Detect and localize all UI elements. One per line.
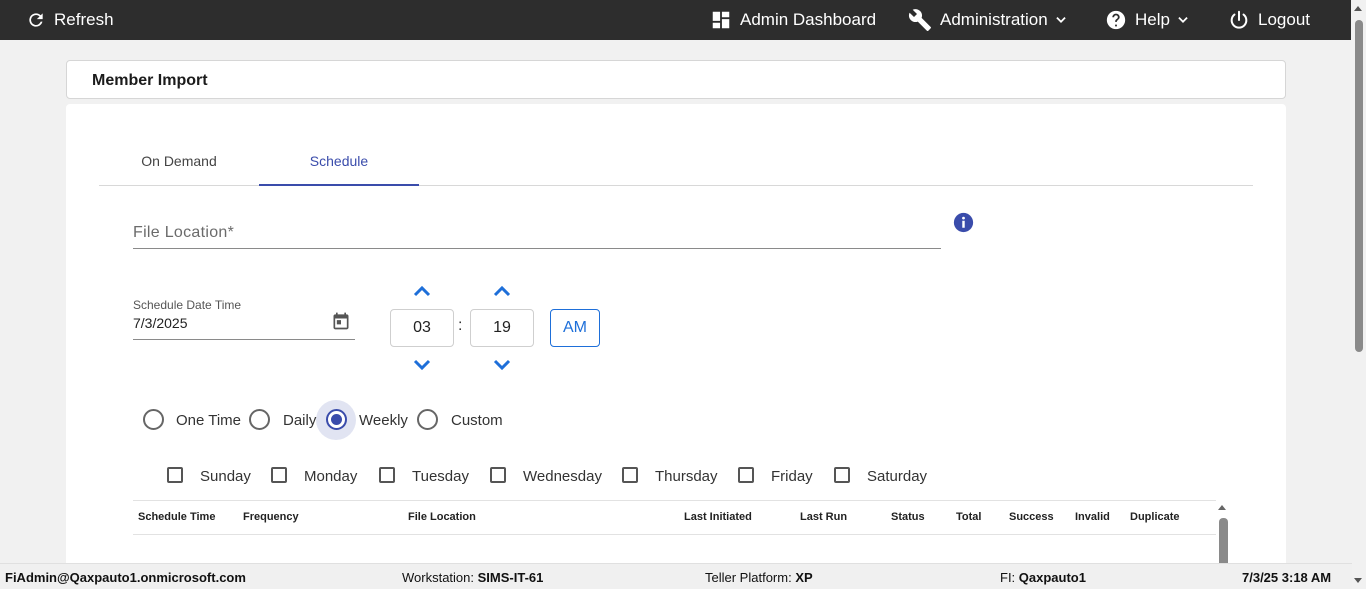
radio-one-time[interactable] xyxy=(143,409,164,430)
hour-input[interactable]: 03 xyxy=(390,309,454,347)
footer-fi-value: Qaxpauto1 xyxy=(1018,570,1086,585)
table-scrollbar-thumb[interactable] xyxy=(1219,518,1228,568)
checkbox-thursday[interactable] xyxy=(622,467,638,483)
footer-fi-label: FI: xyxy=(1000,570,1019,585)
radio-daily[interactable] xyxy=(249,409,270,430)
file-location-placeholder: File Location* xyxy=(133,224,235,241)
checkbox-tuesday[interactable] xyxy=(379,467,395,483)
minute-input[interactable]: 19 xyxy=(470,309,534,347)
column-header[interactable]: Last Run xyxy=(800,511,847,523)
footer-workstation-value: SIMS-IT-61 xyxy=(477,570,544,585)
wrench-icon xyxy=(908,9,931,31)
schedule-table-header: Schedule Time Frequency File Location La… xyxy=(133,500,1216,535)
am-pm-toggle[interactable]: AM xyxy=(550,309,600,347)
logout-button[interactable]: Logout xyxy=(1228,0,1310,40)
logout-label: Logout xyxy=(1258,10,1310,29)
import-tabs: On Demand Schedule xyxy=(99,140,1253,186)
admin-dashboard-label: Admin Dashboard xyxy=(740,10,877,29)
calendar-icon[interactable] xyxy=(331,311,351,331)
page-scrollbar[interactable] xyxy=(1351,0,1366,589)
chevron-down-icon xyxy=(1056,17,1066,23)
help-icon xyxy=(1106,10,1126,30)
column-header[interactable]: File Location xyxy=(408,511,476,523)
checkbox-monday-label: Monday xyxy=(304,468,358,485)
time-separator: : xyxy=(458,317,463,334)
checkbox-wednesday-label: Wednesday xyxy=(523,468,602,485)
schedule-date-value: 7/3/2025 xyxy=(133,315,188,331)
tab-schedule[interactable]: Schedule xyxy=(259,140,419,186)
footer-datetime: 7/3/25 3:18 AM xyxy=(1242,570,1332,585)
hour-decrement-icon[interactable] xyxy=(413,359,431,371)
checkbox-tuesday-label: Tuesday xyxy=(412,468,469,485)
page-title: Member Import xyxy=(92,72,208,89)
checkbox-sunday-label: Sunday xyxy=(200,468,251,485)
power-icon xyxy=(1230,10,1248,29)
scroll-down-icon[interactable] xyxy=(1354,578,1362,583)
admin-dashboard-link[interactable]: Admin Dashboard xyxy=(710,0,876,40)
radio-daily-label: Daily xyxy=(283,412,317,429)
radio-custom[interactable] xyxy=(417,409,438,430)
scrollbar-thumb[interactable] xyxy=(1355,20,1363,352)
column-header[interactable]: Last Initiated xyxy=(684,511,752,523)
column-header[interactable]: Invalid xyxy=(1075,511,1110,523)
footer-workstation: Workstation: SIMS-IT-61 xyxy=(402,570,543,585)
column-header[interactable]: Frequency xyxy=(243,511,299,523)
footer-fi: FI: Qaxpauto1 xyxy=(1000,570,1086,585)
tab-on-demand[interactable]: On Demand xyxy=(99,140,259,186)
radio-weekly[interactable] xyxy=(326,409,347,430)
help-menu[interactable]: Help xyxy=(1105,0,1190,40)
footer-teller-label: Teller Platform: xyxy=(705,570,796,585)
column-header[interactable]: Total xyxy=(956,511,981,523)
checkbox-saturday-label: Saturday xyxy=(867,468,928,485)
status-bar: FiAdmin@Qaxpauto1.onmicrosoft.com Workst… xyxy=(0,563,1352,589)
checkbox-thursday-label: Thursday xyxy=(655,468,718,485)
refresh-button[interactable]: Refresh xyxy=(26,0,114,40)
footer-workstation-label: Workstation: xyxy=(402,570,478,585)
radio-one-time-label: One Time xyxy=(176,412,242,429)
hour-increment-icon[interactable] xyxy=(413,285,431,297)
file-location-input[interactable]: File Location* xyxy=(133,220,941,249)
checkbox-monday[interactable] xyxy=(271,467,287,483)
top-navigation-bar: Refresh Admin Dashboard Administration H… xyxy=(0,0,1366,40)
column-header[interactable]: Duplicate xyxy=(1130,511,1180,523)
footer-user: FiAdmin@Qaxpauto1.onmicrosoft.com xyxy=(5,570,246,585)
minute-decrement-icon[interactable] xyxy=(493,359,511,371)
checkbox-friday-label: Friday xyxy=(771,468,813,485)
checkbox-sunday[interactable] xyxy=(167,467,183,483)
column-header[interactable]: Schedule Time xyxy=(138,511,215,523)
footer-teller-value: XP xyxy=(795,570,813,585)
help-label: Help xyxy=(1135,10,1170,29)
info-icon[interactable] xyxy=(953,212,974,233)
radio-weekly-label: Weekly xyxy=(359,412,408,429)
chevron-down-icon xyxy=(1178,17,1188,23)
checkbox-friday[interactable] xyxy=(738,467,754,483)
administration-menu[interactable]: Administration xyxy=(908,0,1068,40)
column-header[interactable]: Status xyxy=(891,511,925,523)
page-title-card: Member Import xyxy=(66,60,1286,99)
column-header[interactable]: Success xyxy=(1009,511,1054,523)
checkbox-wednesday[interactable] xyxy=(490,467,506,483)
minute-increment-icon[interactable] xyxy=(493,285,511,297)
schedule-date-field[interactable]: Schedule Date Time 7/3/2025 xyxy=(133,296,355,340)
dashboard-icon xyxy=(712,11,730,29)
radio-custom-label: Custom xyxy=(451,412,503,429)
footer-teller-platform: Teller Platform: XP xyxy=(705,570,813,585)
administration-label: Administration xyxy=(940,10,1048,29)
scroll-up-icon[interactable] xyxy=(1354,6,1362,11)
table-scroll-up-icon[interactable] xyxy=(1218,505,1226,510)
refresh-icon xyxy=(29,13,43,27)
refresh-label: Refresh xyxy=(54,10,114,29)
schedule-date-label: Schedule Date Time xyxy=(133,298,242,312)
checkbox-saturday[interactable] xyxy=(834,467,850,483)
